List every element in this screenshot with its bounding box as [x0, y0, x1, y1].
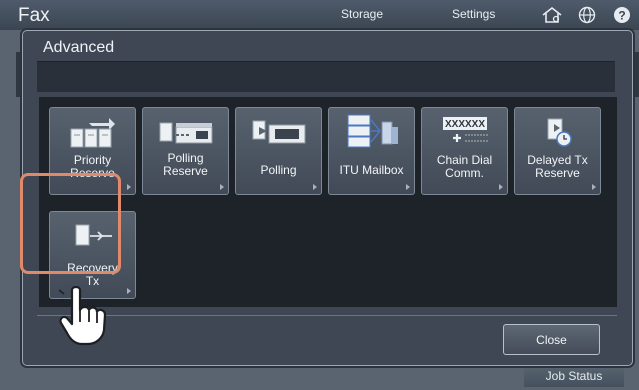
help-icon[interactable]: ?	[613, 6, 631, 29]
svg-text:XXXXXX: XXXXXX	[444, 119, 484, 130]
tapping-hand-icon	[58, 286, 110, 351]
tab-storage[interactable]: Storage	[341, 7, 383, 21]
corner-arrow-icon	[406, 184, 410, 190]
itu-mailbox-label: ITU Mailbox	[339, 163, 404, 177]
itu-mailbox-icon	[329, 114, 414, 150]
app-title: Fax	[18, 5, 50, 26]
tab-settings[interactable]: Settings	[452, 7, 495, 21]
home-icon[interactable]	[541, 6, 563, 29]
divider	[37, 315, 617, 316]
delayed-tx-icon	[515, 114, 600, 150]
delayed-tx-reserve-button[interactable]: Delayed Tx Reserve	[514, 107, 601, 195]
polling-label: Polling	[260, 163, 297, 177]
polling-reserve-icon	[143, 114, 228, 150]
globe-icon[interactable]	[578, 6, 596, 29]
selection-highlight	[20, 173, 121, 274]
svg-text:?: ?	[618, 9, 625, 23]
polling-reserve-button[interactable]: Polling Reserve	[142, 107, 229, 195]
polling-button[interactable]: Polling	[235, 107, 322, 195]
chain-dial-icon: XXXXXX	[422, 114, 507, 150]
close-button[interactable]: Close	[503, 324, 600, 355]
top-bar: Fax Storage Settings ?	[0, 0, 639, 30]
corner-arrow-icon	[499, 184, 503, 190]
corner-arrow-icon	[127, 288, 131, 294]
background-strip-right	[633, 52, 639, 97]
delayed-tx-reserve-label: Delayed Tx Reserve	[527, 153, 588, 180]
chain-dial-comm-label: Chain Dial Comm.	[436, 153, 493, 180]
corner-arrow-icon	[592, 184, 596, 190]
itu-mailbox-button[interactable]: ITU Mailbox	[328, 107, 415, 195]
dialog-message-bar	[37, 61, 615, 92]
chain-dial-comm-button[interactable]: XXXXXX Chain Dial Comm.	[421, 107, 508, 195]
dialog-title: Advanced	[43, 39, 115, 56]
corner-arrow-icon	[313, 184, 317, 190]
priority-reserve-icon	[50, 114, 135, 150]
polling-icon	[236, 114, 321, 150]
polling-reserve-label: Polling Reserve	[163, 151, 208, 178]
corner-arrow-icon	[127, 184, 131, 190]
corner-arrow-icon	[220, 184, 224, 190]
